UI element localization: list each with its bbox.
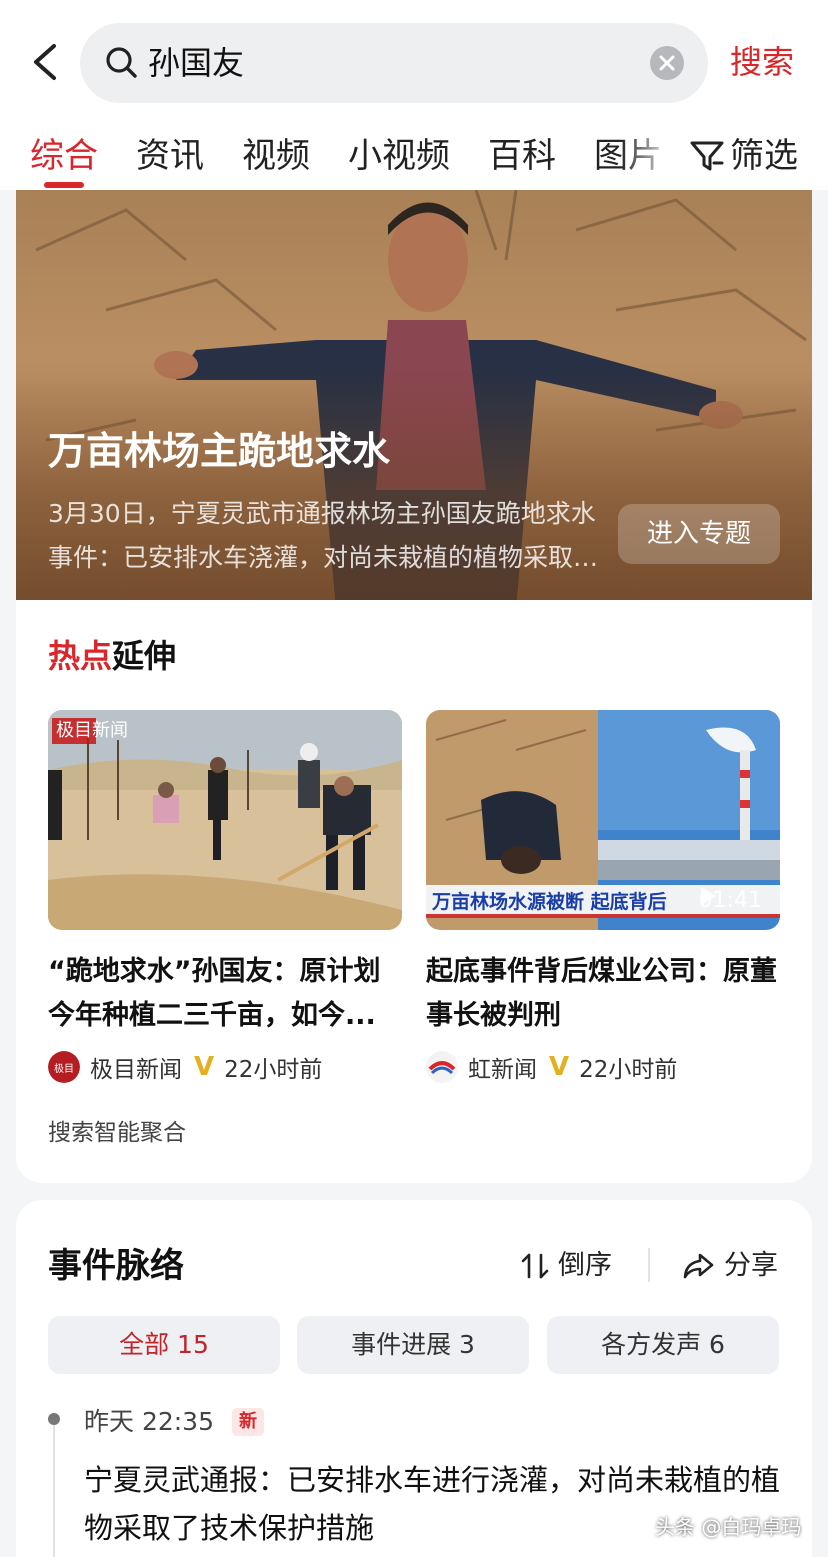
share-button[interactable]: 分享	[682, 1246, 778, 1286]
back-icon[interactable]	[28, 40, 64, 84]
news-meta: 极目 极目新闻 V 22小时前	[48, 1048, 402, 1086]
tab-fade	[620, 128, 690, 184]
search-icon	[106, 47, 137, 78]
top-bar: 孙国友 搜索 综合 资讯 视频 小视频 百科 图片 筛选	[0, 0, 828, 190]
news-card[interactable]: 万亩林场水源被断 起底背后 01:41 起底事件背后煤业公司：原董事长被判刑 虹…	[426, 710, 780, 1086]
jimu-news-logo-icon: 极目	[48, 1051, 80, 1083]
play-icon	[700, 887, 716, 905]
filter-all[interactable]: 全部 15	[48, 1316, 280, 1374]
share-label: 分享	[724, 1250, 778, 1281]
video-thumbnail[interactable]: 万亩林场水源被断 起底背后 01:41	[426, 710, 780, 930]
timeline-line	[53, 1418, 55, 1557]
clear-icon[interactable]	[650, 46, 684, 80]
news-meta: 虹新闻 V 22小时前	[426, 1048, 780, 1086]
result-tabs: 综合 资讯 视频 小视频 百科 图片 筛选	[0, 128, 828, 188]
aggregate-note: 搜索智能聚合	[48, 1120, 186, 1146]
new-badge: 新	[232, 1408, 264, 1436]
filter-icon	[690, 141, 724, 171]
svg-text:极目: 极目	[54, 1062, 74, 1075]
filter-label: 筛选	[730, 136, 798, 176]
filter-voices[interactable]: 各方发声 6	[547, 1316, 779, 1374]
thumbnail-logo-badge: 极目	[52, 718, 96, 744]
verified-icon: V	[194, 1052, 215, 1082]
search-box[interactable]: 孙国友	[80, 23, 708, 103]
video-overlay-caption: 万亩林场水源被断 起底背后	[431, 890, 667, 913]
watermark: 头条 @白玛卓玛	[655, 1515, 802, 1539]
hot-extension-title-rest: 延伸	[112, 637, 177, 675]
tab-encyclopedia[interactable]: 百科	[488, 132, 556, 180]
hot-extension-title: 热点延伸	[48, 634, 176, 678]
sort-icon	[521, 1253, 549, 1279]
timeline-card: 事件脉络 倒序 分享 全部 15 事件进展 3 各方发声 6 昨天 22:35 …	[16, 1200, 812, 1557]
share-icon	[683, 1253, 714, 1279]
active-tab-indicator	[44, 182, 84, 188]
filter-button[interactable]: 筛选	[686, 132, 798, 180]
enter-topic-button[interactable]: 进入专题	[618, 504, 780, 564]
topic-hero[interactable]: 万亩林场主跪地求水 3月30日，宁夏灵武市通报林场主孙国友跪地求水事件：已安排水…	[16, 190, 812, 600]
filter-event-progress[interactable]: 事件进展 3	[297, 1316, 529, 1374]
timeline-entry-time: 昨天 22:35	[84, 1407, 214, 1436]
tab-short-video[interactable]: 小视频	[348, 132, 450, 180]
timeline-title: 事件脉络	[48, 1246, 184, 1286]
news-title[interactable]: 起底事件背后煤业公司：原董事长被判刑	[426, 950, 780, 1038]
tab-comprehensive[interactable]: 综合	[30, 132, 98, 180]
news-thumbnail[interactable]: 极目 新闻	[48, 710, 402, 930]
hot-extension-title-hot: 热点	[48, 637, 113, 675]
search-input[interactable]: 孙国友	[148, 41, 244, 85]
timeline-dot	[48, 1413, 60, 1425]
news-source[interactable]: 虹新闻	[468, 1050, 537, 1084]
hong-news-logo-icon	[426, 1051, 458, 1083]
verified-icon: V	[549, 1052, 570, 1082]
news-time: 22小时前	[224, 1057, 323, 1083]
tab-news[interactable]: 资讯	[136, 132, 204, 180]
hero-title: 万亩林场主跪地求水	[48, 429, 391, 473]
topic-card: 万亩林场主跪地求水 3月30日，宁夏灵武市通报林场主孙国友跪地求水事件：已安排水…	[16, 190, 812, 1183]
news-time: 22小时前	[579, 1057, 678, 1083]
news-card[interactable]: 极目 新闻 “跪地求水”孙国友：原计划今年种植二三千亩，如今... 极目 极目新…	[48, 710, 402, 1086]
divider	[648, 1248, 650, 1282]
search-button[interactable]: 搜索	[730, 40, 794, 84]
video-duration: 01:41	[699, 886, 762, 916]
sort-button[interactable]: 倒序	[520, 1246, 612, 1286]
news-title[interactable]: “跪地求水”孙国友：原计划今年种植二三千亩，如今...	[48, 950, 402, 1038]
thumbnail-logo-text: 新闻	[92, 720, 128, 741]
sort-label: 倒序	[558, 1250, 612, 1281]
tab-video[interactable]: 视频	[242, 132, 310, 180]
news-source[interactable]: 极目新闻	[90, 1050, 182, 1084]
hero-summary: 3月30日，宁夏灵武市通报林场主孙国友跪地求水事件：已安排水车浇灌，对尚未栽植的…	[48, 499, 599, 572]
